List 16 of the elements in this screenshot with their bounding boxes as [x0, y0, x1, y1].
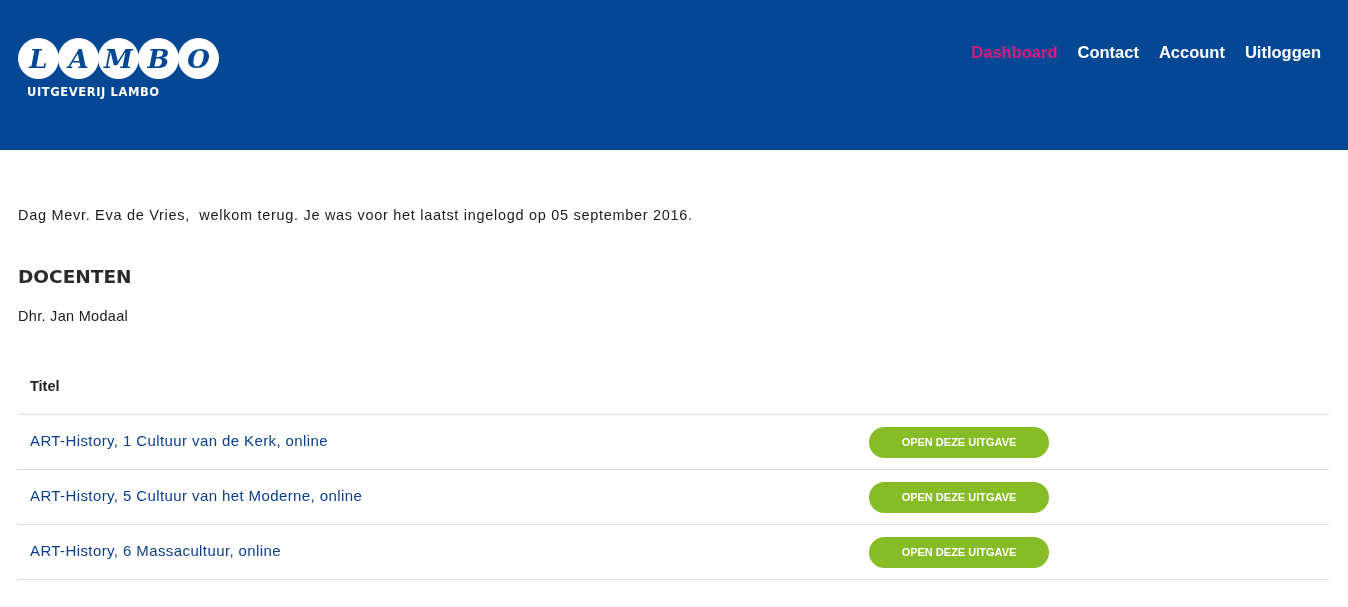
nav-link[interactable]: Contact — [1077, 41, 1139, 63]
logo-letter: B — [138, 38, 179, 79]
logo-letter: M — [98, 38, 139, 79]
nav-link[interactable]: Account — [1158, 41, 1225, 63]
section-title: DOCENTEN — [18, 266, 133, 288]
publication-link[interactable]: ART-History, 1 Cultuur van de Kerk, online — [30, 431, 329, 449]
nav-link[interactable]: Uitloggen — [1244, 41, 1321, 63]
logo-letter: L — [18, 38, 59, 79]
teacher-name: Dhr. Jan Modaal — [18, 307, 130, 325]
column-header: Titel — [18, 372, 869, 414]
logo-letter: A — [58, 38, 99, 79]
publication-link[interactable]: ART-History, 6 Massacultuur, online — [30, 541, 282, 559]
logo-caption: UITGEVERIJ LAMBO — [27, 85, 160, 99]
publication-link[interactable]: ART-History, 5 Cultuur van het Moderne, online — [30, 486, 363, 504]
welcome-text: Dag Mevr. Eva de Vries, welkom terug. Je was voor het laatst ingelogd op 05 september 2016. — [18, 206, 694, 224]
logo-letter: O — [178, 38, 219, 79]
